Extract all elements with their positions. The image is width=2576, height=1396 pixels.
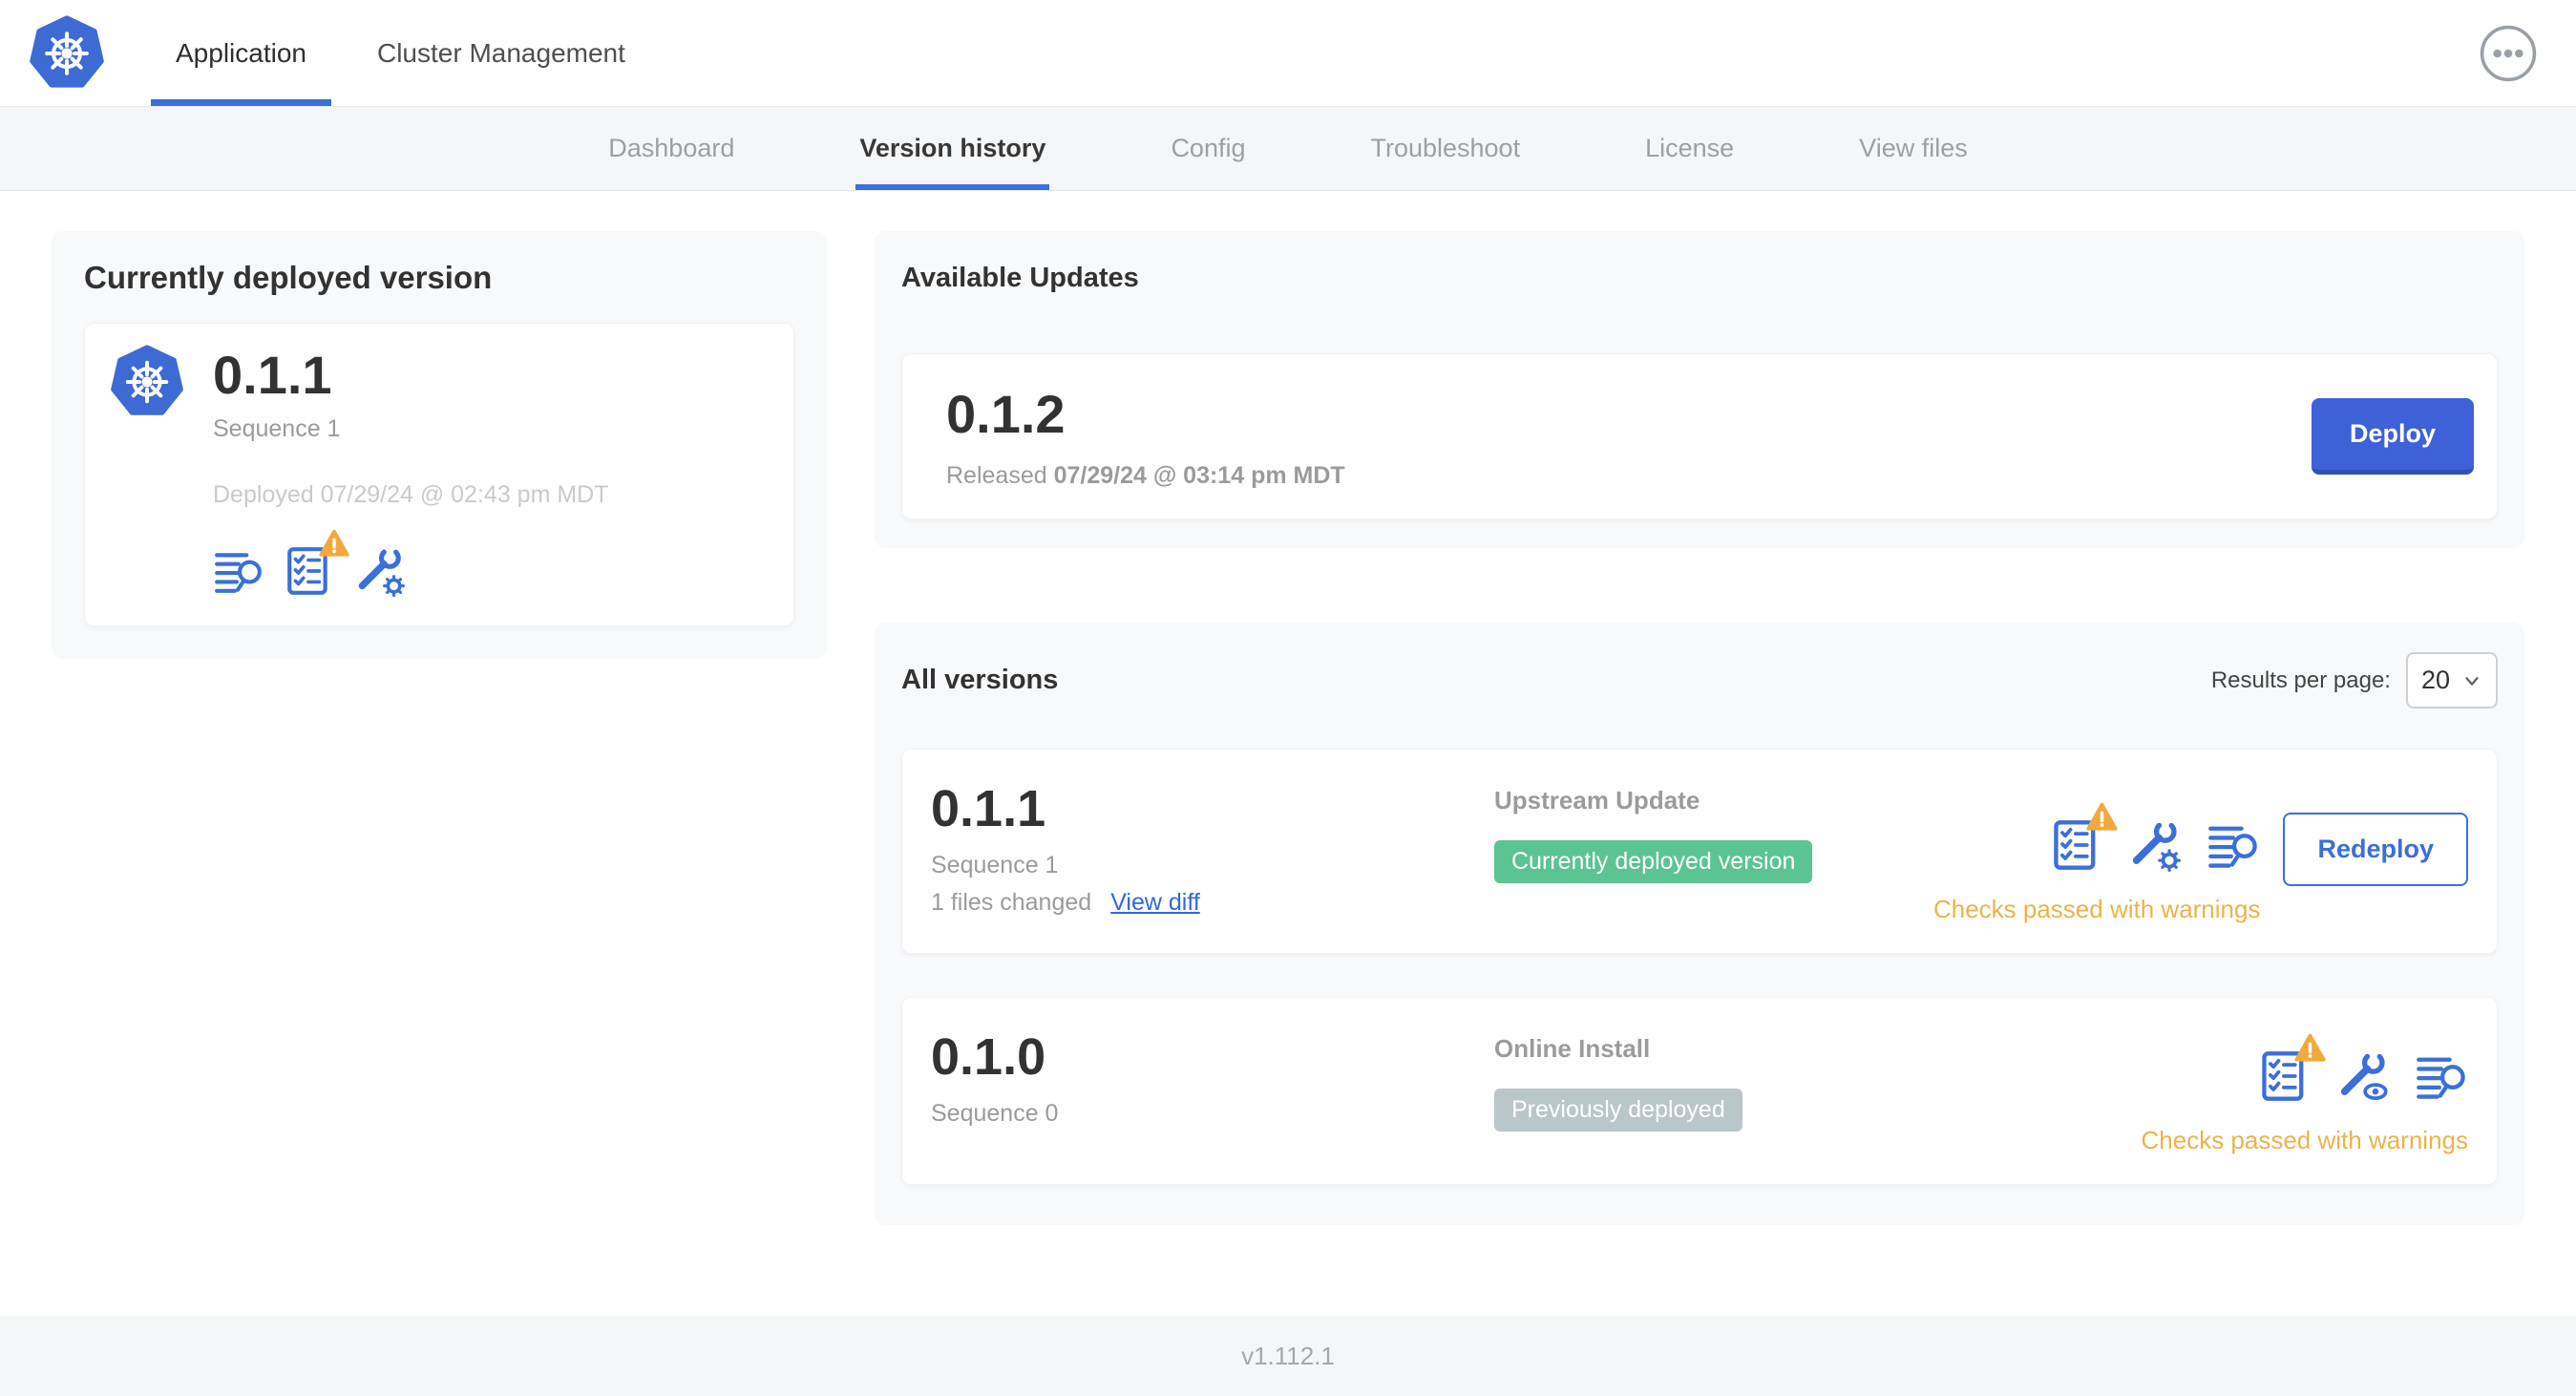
subtab-license-label: License	[1645, 134, 1735, 162]
current-version-number: 0.1.1	[213, 345, 332, 405]
current-version-card: 0.1.1 Sequence 1 Deployed 07/29/24 @ 02:…	[84, 323, 794, 627]
deploy-button[interactable]: Deploy	[2311, 398, 2474, 475]
config-gear-icon[interactable]	[2128, 818, 2182, 872]
currently-deployed-title: Currently deployed version	[84, 260, 493, 295]
row-source-label: Online Install	[1494, 1034, 1651, 1063]
preflight-status-text: Checks passed with warnings	[2141, 1126, 2469, 1154]
files-changed-text: 1 files changed	[931, 888, 1092, 916]
released-prefix: Released	[946, 462, 1047, 489]
currently-deployed-panel: Currently deployed version 0.1.1 Sequenc…	[52, 231, 827, 660]
config-gear-icon[interactable]	[354, 545, 406, 597]
more-options-button[interactable]	[2479, 24, 2538, 83]
row-version-number: 0.1.1	[931, 780, 1046, 837]
preflight-checks-warning-icon[interactable]	[284, 545, 335, 597]
released-date: 07/29/24 @ 03:14 pm MDT	[1053, 462, 1345, 489]
subtab-version-history[interactable]: Version history	[855, 107, 1050, 190]
version-row-0-1-1: 0.1.1 Sequence 1 1 files changed View di…	[901, 749, 2498, 954]
main-content: Currently deployed version 0.1.1 Sequenc…	[0, 191, 2576, 1316]
subtab-troubleshoot-label: Troubleshoot	[1370, 134, 1521, 162]
results-per-page-value: 20	[2420, 666, 2450, 694]
update-released-timestamp: Released 07/29/24 @ 03:14 pm MDT	[946, 462, 1345, 490]
app-logo	[29, 0, 105, 106]
row-sequence: Sequence 0	[931, 1099, 1059, 1127]
subtab-license[interactable]: License	[1645, 107, 1734, 190]
kubernetes-logo-icon	[29, 15, 105, 92]
row-source-label: Upstream Update	[1494, 786, 1700, 814]
diff-logs-icon[interactable]	[2206, 818, 2260, 872]
warning-triangle-icon	[319, 529, 349, 558]
warning-triangle-icon	[2086, 802, 2118, 832]
results-per-page-label: Results per page:	[2210, 666, 2391, 693]
all-versions-panel: All versions Results per page: 20 0.1.1	[875, 623, 2524, 1225]
results-per-page-select[interactable]: 20	[2405, 652, 2498, 709]
deployed-status-badge: Previously deployed	[1494, 1089, 1742, 1132]
row-sequence: Sequence 1	[931, 851, 1059, 878]
diff-logs-icon[interactable]	[213, 545, 264, 597]
chevron-down-icon	[2461, 670, 2482, 691]
subtab-view-files-label: View files	[1859, 134, 1968, 162]
all-versions-title: All versions	[901, 665, 1059, 695]
app-sub-nav: Dashboard Version history Config Trouble…	[0, 107, 2576, 191]
top-nav-bar: Application Cluster Management	[0, 0, 2576, 107]
subtab-dashboard[interactable]: Dashboard	[608, 107, 734, 190]
diff-logs-icon[interactable]	[2415, 1049, 2468, 1103]
preflight-status-text: Checks passed with warnings	[1932, 895, 2261, 923]
subtab-version-history-label: Version history	[859, 134, 1046, 162]
subtab-view-files[interactable]: View files	[1859, 107, 1968, 190]
config-view-icon[interactable]	[2336, 1049, 2390, 1103]
ellipsis-icon	[2479, 24, 2538, 83]
row-version-number: 0.1.0	[931, 1028, 1046, 1086]
kubernetes-app-icon	[110, 345, 184, 597]
redeploy-button[interactable]: Redeploy	[2283, 813, 2468, 886]
console-version-text: v1.112.1	[1241, 1341, 1335, 1370]
tab-cluster-management-label: Cluster Management	[376, 37, 625, 68]
tab-application[interactable]: Application	[151, 0, 331, 106]
current-version-deployed-timestamp: Deployed 07/29/24 @ 02:43 pm MDT	[213, 481, 609, 509]
subtab-config[interactable]: Config	[1171, 107, 1245, 190]
current-version-sequence: Sequence 1	[213, 415, 341, 443]
version-row-0-1-0: 0.1.0 Sequence 0 Online Install Previous…	[901, 997, 2498, 1185]
warning-triangle-icon	[2294, 1033, 2326, 1063]
deployed-status-badge: Currently deployed version	[1494, 840, 1813, 883]
subtab-dashboard-label: Dashboard	[608, 134, 735, 162]
tab-cluster-management[interactable]: Cluster Management	[352, 0, 650, 106]
preflight-checks-warning-icon[interactable]	[2050, 818, 2103, 872]
preflight-checks-warning-icon[interactable]	[2258, 1049, 2312, 1103]
page-footer: v1.112.1	[0, 1316, 2576, 1396]
top-nav-tabs: Application Cluster Management	[151, 0, 650, 106]
available-update-card: 0.1.2 Released 07/29/24 @ 03:14 pm MDT D…	[901, 353, 2498, 519]
tab-application-label: Application	[176, 37, 306, 68]
subtab-config-label: Config	[1171, 134, 1246, 162]
subtab-troubleshoot[interactable]: Troubleshoot	[1370, 107, 1520, 190]
available-updates-panel: Available Updates 0.1.2 Released 07/29/2…	[875, 231, 2524, 548]
view-diff-link[interactable]: View diff	[1110, 889, 1200, 917]
available-updates-title: Available Updates	[901, 263, 1139, 293]
update-version-number: 0.1.2	[946, 384, 1066, 444]
